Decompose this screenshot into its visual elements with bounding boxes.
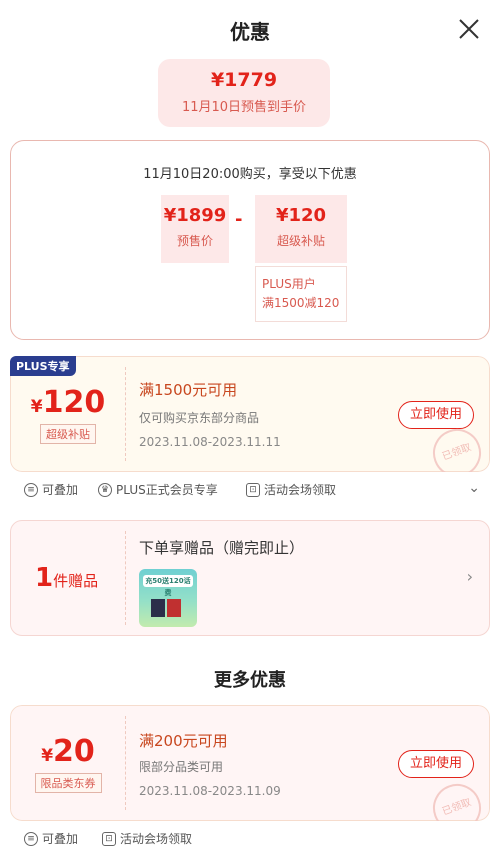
- use-now-button[interactable]: 立即使用: [398, 750, 474, 778]
- stack-icon: ≡: [24, 831, 38, 846]
- feature-stackable: ≡ 可叠加: [24, 830, 78, 847]
- presale-price-label: 11月10日预售到手价: [181, 100, 307, 115]
- gift-image-banner: 充50送120话费: [143, 575, 193, 597]
- page-title: 优惠: [230, 20, 270, 44]
- coupon-tag: 超级补贴: [40, 424, 96, 444]
- gift-box-icon: [151, 599, 165, 617]
- coupon-desc: 限部分品类可用: [139, 760, 224, 774]
- coupon-divider: [125, 367, 126, 461]
- gift-title: 下单享赠品（赠完即止）: [139, 539, 305, 557]
- coupon-amount-area: ¥20 限品类东券: [11, 706, 125, 820]
- breakdown-intro: 11月10日20:00购买，享受以下优惠: [143, 167, 357, 182]
- coupon-body: ¥120 超级补贴 满1500元可用 仅可购买京东部分商品 2023.11.08…: [10, 356, 490, 472]
- price-breakdown: 11月10日20:00购买，享受以下优惠 ¥1899 预售价 - ¥120 超级…: [10, 140, 490, 340]
- coupon-divider: [125, 716, 126, 810]
- stack-icon: ≡: [24, 482, 38, 497]
- coupon-title: 满1500元可用: [139, 381, 238, 399]
- plus-exclusive-badge: PLUS专享: [10, 356, 76, 376]
- coupon-desc: 仅可购买京东部分商品: [139, 411, 260, 425]
- feature-venue: ⊡ 活动会场领取: [246, 481, 336, 498]
- gift-count: 1件赠品: [35, 563, 99, 593]
- coupon-date: 2023.11.08-2023.11.11: [139, 435, 281, 449]
- plus-note: PLUS用户 满1500减120: [255, 266, 347, 322]
- claimed-stamp: 已领取: [426, 422, 488, 472]
- feature-stackable: ≡ 可叠加: [24, 481, 78, 498]
- coupon-icon: ⊡: [246, 482, 260, 497]
- chevron-down-icon[interactable]: ⌄: [468, 480, 480, 496]
- coupon-tag: 限品类东券: [34, 773, 102, 793]
- coupon-features: ≡ 可叠加 ♛ PLUS正式会员专享 ⊡ 活动会场领取 ⌄: [10, 472, 490, 506]
- coupon-amount: ¥120: [30, 385, 106, 420]
- coupon-body: ¥20 限品类东券 满200元可用 限部分品类可用 2023.11.08-202…: [10, 705, 490, 821]
- minus-sign: -: [235, 209, 243, 230]
- subsidy-label: 超级补贴: [276, 234, 325, 248]
- coupon-title: 满200元可用: [139, 732, 228, 750]
- plus-note-line2: 满1500减120: [262, 296, 340, 310]
- header: 优惠: [0, 0, 500, 58]
- chevron-right-icon[interactable]: ›: [467, 567, 473, 586]
- feature-plus-member: ♛ PLUS正式会员专享: [98, 481, 218, 498]
- subsidy-box: ¥120 超级补贴: [255, 195, 347, 263]
- presale-price: ¥1779: [210, 69, 278, 91]
- crown-icon: ♛: [98, 482, 112, 497]
- gift-card[interactable]: 1件赠品 下单享赠品（赠完即止） 充50送120话费 ›: [10, 520, 490, 636]
- claimed-stamp: 已领取: [426, 777, 488, 821]
- coupon-card: ¥20 限品类东券 满200元可用 限部分品类可用 2023.11.08-202…: [10, 705, 490, 821]
- coupon-amount: ¥20: [41, 734, 95, 769]
- gift-divider: [125, 531, 126, 625]
- feature-venue: ⊡ 活动会场领取: [102, 830, 192, 847]
- plus-note-line1: PLUS用户: [262, 277, 316, 291]
- base-label: 预售价: [176, 234, 213, 248]
- gift-image[interactable]: 充50送120话费: [139, 569, 197, 627]
- coupon-date: 2023.11.08-2023.11.09: [139, 784, 281, 798]
- coupon-icon: ⊡: [102, 831, 116, 846]
- more-offers-title: 更多优惠: [214, 670, 286, 691]
- presale-price-box: ¥1779 11月10日预售到手价: [158, 59, 330, 127]
- use-now-button[interactable]: 立即使用: [398, 401, 474, 429]
- subsidy-amount: ¥120: [275, 205, 327, 226]
- coupon-features: ≡ 可叠加 ⊡ 活动会场领取: [10, 821, 490, 855]
- close-icon[interactable]: [458, 18, 480, 40]
- base-amount: ¥1899: [163, 205, 227, 226]
- coupon-card: ¥120 超级补贴 满1500元可用 仅可购买京东部分商品 2023.11.08…: [10, 356, 490, 472]
- presale-base-box: ¥1899 预售价: [161, 195, 229, 263]
- gift-box-icon: [167, 599, 181, 617]
